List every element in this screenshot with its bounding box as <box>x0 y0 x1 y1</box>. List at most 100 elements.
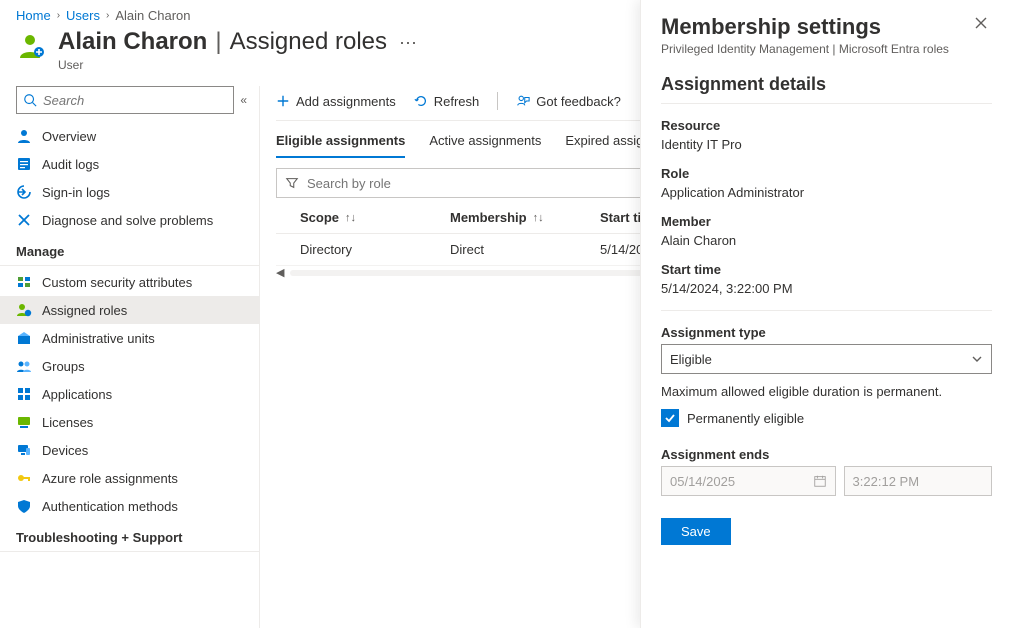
sidebar-item-diagnose[interactable]: Diagnose and solve problems <box>0 206 259 234</box>
role-value: Application Administrator <box>661 185 992 200</box>
sidebar-item-licenses[interactable]: Licenses <box>0 408 259 436</box>
close-panel-button[interactable] <box>970 14 992 37</box>
sidebar-item-label: Applications <box>42 387 112 402</box>
sidebar-section-troubleshooting: Troubleshooting + Support <box>0 520 259 552</box>
sidebar-item-label: Diagnose and solve problems <box>42 213 213 228</box>
save-button[interactable]: Save <box>661 518 731 545</box>
sidebar-item-label: Administrative units <box>42 331 155 346</box>
checkbox-label: Permanently eligible <box>687 411 804 426</box>
page-title-name: Alain Charon <box>58 28 207 56</box>
cmd-label: Refresh <box>434 94 480 109</box>
select-value: Eligible <box>670 352 712 367</box>
cell-membership: Direct <box>450 242 600 257</box>
chevron-right-icon: › <box>57 10 60 21</box>
sidebar-item-label: Audit logs <box>42 157 99 172</box>
feedback-button[interactable]: Got feedback? <box>516 94 621 109</box>
sidebar-item-label: Devices <box>42 443 88 458</box>
sidebar-item-signin-logs[interactable]: Sign-in logs <box>0 178 259 206</box>
signin-icon <box>16 184 32 200</box>
sidebar-section-manage: Manage <box>0 234 259 266</box>
divider <box>661 310 992 311</box>
sidebar-item-administrative-units[interactable]: Administrative units <box>0 324 259 352</box>
separator <box>497 92 498 110</box>
filter-icon <box>285 176 299 190</box>
admin-units-icon <box>16 330 32 346</box>
start-time-value: 5/14/2024, 3:22:00 PM <box>661 281 992 296</box>
sidebar-search-input[interactable] <box>43 93 227 108</box>
cmd-label: Add assignments <box>296 94 396 109</box>
divider <box>661 103 992 104</box>
scroll-left-icon[interactable]: ◀ <box>276 266 284 279</box>
sidebar-item-overview[interactable]: Overview <box>0 122 259 150</box>
panel-title: Membership settings <box>661 14 949 40</box>
sidebar-item-applications[interactable]: Applications <box>0 380 259 408</box>
sort-icon: ↑↓ <box>533 212 544 224</box>
tab-active-assignments[interactable]: Active assignments <box>429 133 541 158</box>
sidebar-item-custom-security-attributes[interactable]: Custom security attributes <box>0 268 259 296</box>
member-label: Member <box>661 214 992 229</box>
membership-settings-panel: Membership settings Privileged Identity … <box>640 0 1012 628</box>
col-scope[interactable]: Scope↑↓ <box>300 210 450 225</box>
sidebar-item-assigned-roles[interactable]: Assigned roles <box>0 296 259 324</box>
roles-icon <box>16 302 32 318</box>
add-assignments-button[interactable]: Add assignments <box>276 94 396 109</box>
role-label: Role <box>661 166 992 181</box>
sidebar-item-audit-logs[interactable]: Audit logs <box>0 150 259 178</box>
close-icon <box>974 16 988 30</box>
sidebar-item-devices[interactable]: Devices <box>0 436 259 464</box>
duration-hint: Maximum allowed eligible duration is per… <box>661 384 992 399</box>
sidebar-item-label: Azure role assignments <box>42 471 178 486</box>
title-separator: | <box>211 28 225 56</box>
groups-icon <box>16 358 32 374</box>
search-icon <box>23 93 37 107</box>
page-subtitle: User <box>58 58 417 72</box>
assignment-type-label: Assignment type <box>661 325 992 340</box>
crumb-current: Alain Charon <box>115 8 190 23</box>
sidebar-item-label: Overview <box>42 129 96 144</box>
collapse-sidebar-button[interactable]: « <box>240 93 247 107</box>
refresh-icon <box>414 94 428 108</box>
shield-icon <box>16 498 32 514</box>
licenses-icon <box>16 414 32 430</box>
col-membership[interactable]: Membership↑↓ <box>450 210 600 225</box>
cell-scope: Directory <box>300 242 450 257</box>
assignment-end-date-input[interactable]: 05/14/2025 <box>661 466 836 496</box>
assignment-details-heading: Assignment details <box>661 74 992 95</box>
tab-eligible-assignments[interactable]: Eligible assignments <box>276 133 405 158</box>
start-time-label: Start time <box>661 262 992 277</box>
sidebar: « Overview Audit logs Sign-in logs Diagn… <box>0 86 260 628</box>
chevron-down-icon <box>971 353 983 365</box>
apps-icon <box>16 386 32 402</box>
checkbox-checked-icon <box>661 409 679 427</box>
sidebar-item-groups[interactable]: Groups <box>0 352 259 380</box>
assignment-type-select[interactable]: Eligible <box>661 344 992 374</box>
crumb-home[interactable]: Home <box>16 8 51 23</box>
crumb-users[interactable]: Users <box>66 8 100 23</box>
date-value: 05/14/2025 <box>670 474 735 489</box>
cmd-label: Got feedback? <box>536 94 621 109</box>
user-icon <box>16 128 32 144</box>
sort-icon: ↑↓ <box>345 212 356 224</box>
more-actions-button[interactable]: ⋯ <box>399 27 417 54</box>
chevron-right-icon: › <box>106 10 109 21</box>
refresh-button[interactable]: Refresh <box>414 94 480 109</box>
resource-label: Resource <box>661 118 992 133</box>
wrench-icon <box>16 212 32 228</box>
member-value: Alain Charon <box>661 233 992 248</box>
sidebar-item-azure-role-assignments[interactable]: Azure role assignments <box>0 464 259 492</box>
devices-icon <box>16 442 32 458</box>
assignment-end-time-input[interactable]: 3:22:12 PM <box>844 466 992 496</box>
user-avatar-icon <box>16 31 48 63</box>
sidebar-search[interactable] <box>16 86 234 114</box>
sidebar-item-authentication-methods[interactable]: Authentication methods <box>0 492 259 520</box>
attributes-icon <box>16 274 32 290</box>
page-title-section: Assigned roles <box>230 28 387 56</box>
sidebar-item-label: Licenses <box>42 415 93 430</box>
key-icon <box>16 470 32 486</box>
resource-value: Identity IT Pro <box>661 137 992 152</box>
sidebar-item-label: Assigned roles <box>42 303 127 318</box>
log-icon <box>16 156 32 172</box>
time-value: 3:22:12 PM <box>853 474 920 489</box>
permanently-eligible-checkbox[interactable]: Permanently eligible <box>661 409 992 427</box>
plus-icon <box>276 94 290 108</box>
